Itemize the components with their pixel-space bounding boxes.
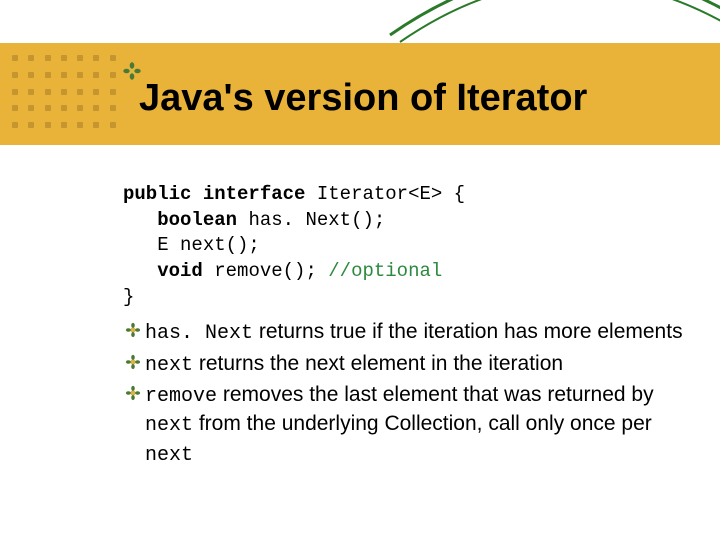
slide-title: Java's version of Iterator bbox=[139, 77, 587, 120]
flower-bullet-icon bbox=[123, 322, 143, 338]
code-block: public interface Iterator<E> { boolean h… bbox=[123, 182, 683, 310]
bullet-text: has. Next returns true if the iteration … bbox=[145, 318, 683, 347]
decorative-dots bbox=[12, 55, 122, 135]
bullet-item: has. Next returns true if the iteration … bbox=[123, 318, 683, 347]
bullet-item: remove removes the last element that was… bbox=[123, 381, 683, 469]
bullet-text: next returns the next element in the ite… bbox=[145, 350, 683, 379]
bullet-item: next returns the next element in the ite… bbox=[123, 350, 683, 379]
flower-bullet-icon bbox=[123, 385, 143, 401]
slide-body: public interface Iterator<E> { boolean h… bbox=[123, 182, 683, 471]
flower-bullet-icon bbox=[123, 354, 143, 370]
bullet-text: remove removes the last element that was… bbox=[145, 381, 683, 469]
